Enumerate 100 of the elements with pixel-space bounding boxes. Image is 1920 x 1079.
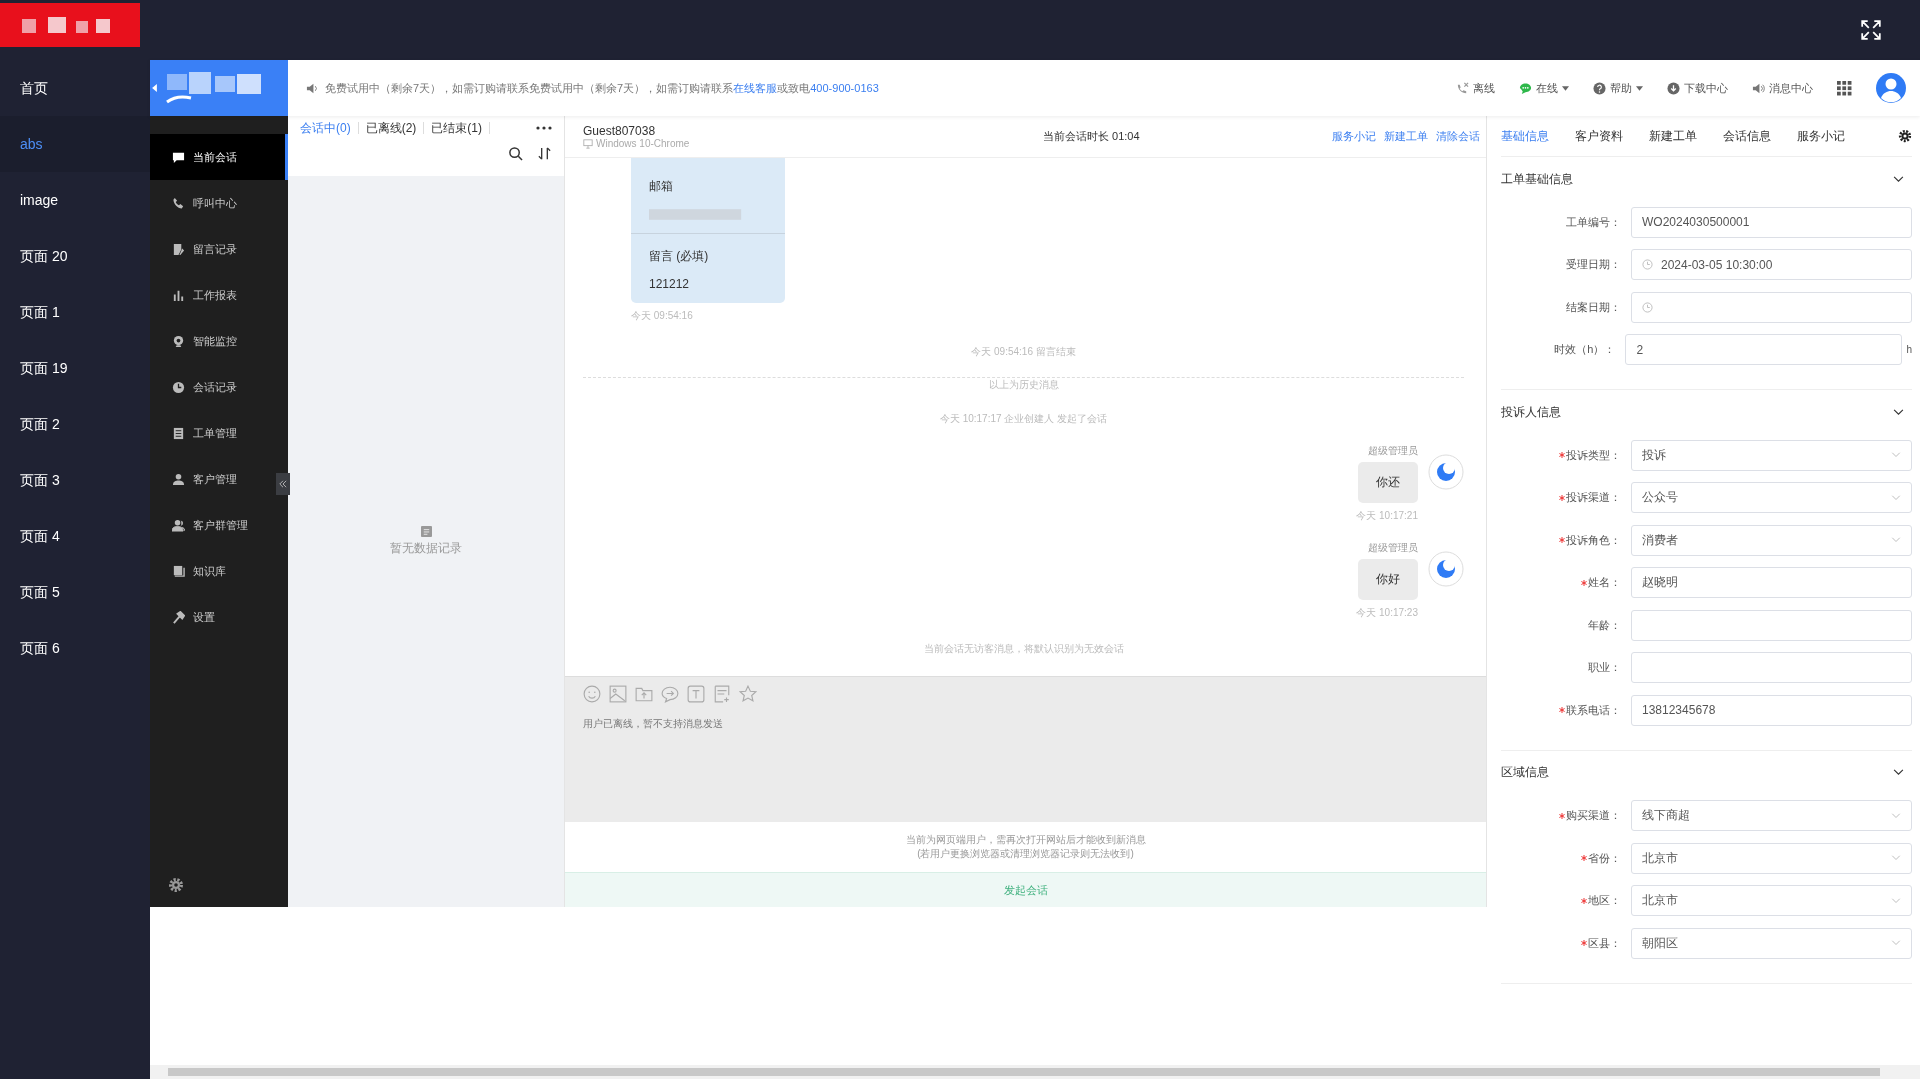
menu-item[interactable]: 留言记录 (150, 226, 288, 272)
sender-name: 超级管理员 (1368, 541, 1418, 555)
nav-item[interactable]: 页面 4 (0, 508, 150, 564)
chat-action-link[interactable]: 服务小记 (1332, 129, 1376, 144)
nav-item[interactable]: 页面 1 (0, 284, 150, 340)
field-label: 购买渠道： (1566, 808, 1621, 824)
empty-state-text: 暂无数据记录 (390, 540, 462, 557)
field-label: 结案日期： (1566, 299, 1621, 315)
session-tab[interactable]: 已结束(1) (431, 122, 490, 134)
field-label: 工单编号： (1566, 214, 1621, 230)
field-label: 时效（h）： (1554, 342, 1616, 358)
field-label: 姓名： (1588, 575, 1621, 591)
online-service-link[interactable]: 在线客服 (733, 81, 778, 94)
panel-tab[interactable]: 服务小记 (1797, 127, 1845, 145)
toolbar-item[interactable]: 帮助 (1593, 80, 1643, 96)
panel-tab[interactable]: 新建工单 (1649, 127, 1697, 145)
date-field[interactable]: 2024-03-05 10:30:00 (1631, 249, 1912, 281)
panel-tab[interactable]: 会话信息 (1723, 127, 1771, 145)
select-field[interactable]: 北京市 (1631, 885, 1912, 917)
select-field[interactable]: 投诉 (1631, 439, 1912, 471)
menu-item[interactable]: 设置 (150, 594, 288, 640)
form-field-label: 留言 (必填) (649, 248, 710, 265)
field-label: 联系电话： (1566, 702, 1621, 718)
menu-label: 当前会话 (193, 149, 237, 165)
menu-label: 客户群管理 (193, 517, 248, 533)
input-field[interactable]: 2 (1625, 334, 1903, 366)
nav-item[interactable]: 页面 20 (0, 228, 150, 284)
nav-item[interactable]: image (0, 172, 150, 228)
field-label: 投诉角色： (1566, 532, 1621, 548)
menu-label: 智能监控 (193, 333, 237, 349)
offline-status-text: 用户已离线，暂不支持消息发送 (583, 717, 724, 731)
form-field-value: 121212 (649, 277, 691, 291)
nav-item[interactable]: 首页 (0, 60, 150, 116)
field-label: 投诉类型： (1566, 447, 1621, 463)
menu-label: 留言记录 (193, 241, 237, 257)
message-bubble: 你还 (1358, 462, 1418, 503)
toolbar-label: 下载中心 (1684, 80, 1728, 96)
input-field[interactable]: WO2024030500001 (1631, 206, 1912, 238)
web-user-notice: 当前为网页端用户，需再次打开网站后才能收到新消息 (905, 833, 1146, 847)
section-title: 工单基础信息 (1501, 170, 1573, 188)
nav-item[interactable]: abs (0, 116, 150, 172)
select-field[interactable]: 消费者 (1631, 524, 1912, 556)
system-message: 今天 09:54:16 留言结束 (971, 346, 1076, 357)
field-label: 职业： (1588, 660, 1621, 676)
menu-item[interactable]: 呼叫中心 (150, 180, 288, 226)
guest-name: Guest807038 (583, 124, 657, 138)
field-label: 年龄： (1588, 617, 1621, 633)
toolbar-label: 离线 (1473, 80, 1495, 96)
section-title: 投诉人信息 (1501, 403, 1561, 421)
menu-item[interactable]: 当前会话 (150, 134, 288, 180)
toolbar-label: 帮助 (1610, 80, 1632, 96)
nav-item[interactable]: 页面 3 (0, 452, 150, 508)
menu-label: 呼叫中心 (193, 195, 237, 211)
select-field[interactable]: 公众号 (1631, 482, 1912, 514)
toolbar-item[interactable]: 下载中心 (1667, 80, 1728, 96)
toolbar-label: 消息中心 (1769, 80, 1813, 96)
menu-item[interactable]: 智能监控 (150, 318, 288, 364)
session-duration: 当前会话时长 01:04 (1043, 129, 1141, 144)
unit-label: h (1906, 344, 1912, 356)
menu-label: 工单管理 (193, 425, 237, 441)
nav-item[interactable]: 页面 2 (0, 396, 150, 452)
nav-item[interactable]: 页面 19 (0, 340, 150, 396)
nav-item[interactable]: 页面 6 (0, 620, 150, 676)
message-time: 今天 09:54:16 (631, 309, 694, 323)
menu-item[interactable]: 工作报表 (150, 272, 288, 318)
chat-action-link[interactable]: 清除会话 (1436, 129, 1480, 144)
section-title: 区域信息 (1501, 764, 1549, 781)
panel-tab[interactable]: 客户资料 (1575, 127, 1623, 145)
phone-link[interactable]: 400-900-0163 (810, 81, 879, 94)
select-field[interactable]: 朝阳区 (1631, 927, 1912, 959)
input-field[interactable]: 赵晓明 (1631, 567, 1912, 599)
sender-name: 超级管理员 (1368, 444, 1418, 458)
select-field[interactable]: 线下商超 (1631, 800, 1912, 832)
toolbar-item[interactable]: 在线 (1519, 80, 1569, 96)
message-time: 今天 10:17:21 (1356, 509, 1418, 523)
panel-tab[interactable]: 基础信息 (1501, 127, 1549, 145)
menu-item[interactable]: 客户管理 (150, 456, 288, 502)
menu-item[interactable]: 工单管理 (150, 410, 288, 456)
toolbar-item[interactable]: 消息中心 (1752, 80, 1813, 96)
menu-label: 会话记录 (193, 379, 237, 395)
nav-item[interactable]: 页面 5 (0, 564, 150, 620)
toolbar-label: 在线 (1536, 80, 1558, 96)
message-bubble: 你好 (1358, 559, 1418, 600)
chat-action-link[interactable]: 新建工单 (1384, 129, 1428, 144)
menu-label: 设置 (193, 609, 215, 625)
menu-item[interactable]: 知识库 (150, 548, 288, 594)
session-tab[interactable]: 会话中(0) (300, 122, 359, 134)
menu-item[interactable]: 客户群管理 (150, 502, 288, 548)
field-label: 省份： (1588, 850, 1621, 866)
select-field[interactable]: 北京市 (1631, 842, 1912, 874)
field-label: 地区： (1588, 893, 1621, 909)
menu-label: 客户管理 (193, 471, 237, 487)
input-field[interactable]: 13812345678 (1631, 694, 1912, 726)
menu-label: 知识库 (193, 563, 226, 579)
menu-item[interactable]: 会话记录 (150, 364, 288, 410)
toolbar-item[interactable]: 离线 (1456, 80, 1495, 96)
form-field-label: 邮箱 (649, 178, 674, 195)
field-label: 受理日期： (1566, 257, 1621, 273)
field-label: 投诉渠道： (1566, 490, 1621, 506)
session-tab[interactable]: 已离线(2) (365, 122, 425, 134)
